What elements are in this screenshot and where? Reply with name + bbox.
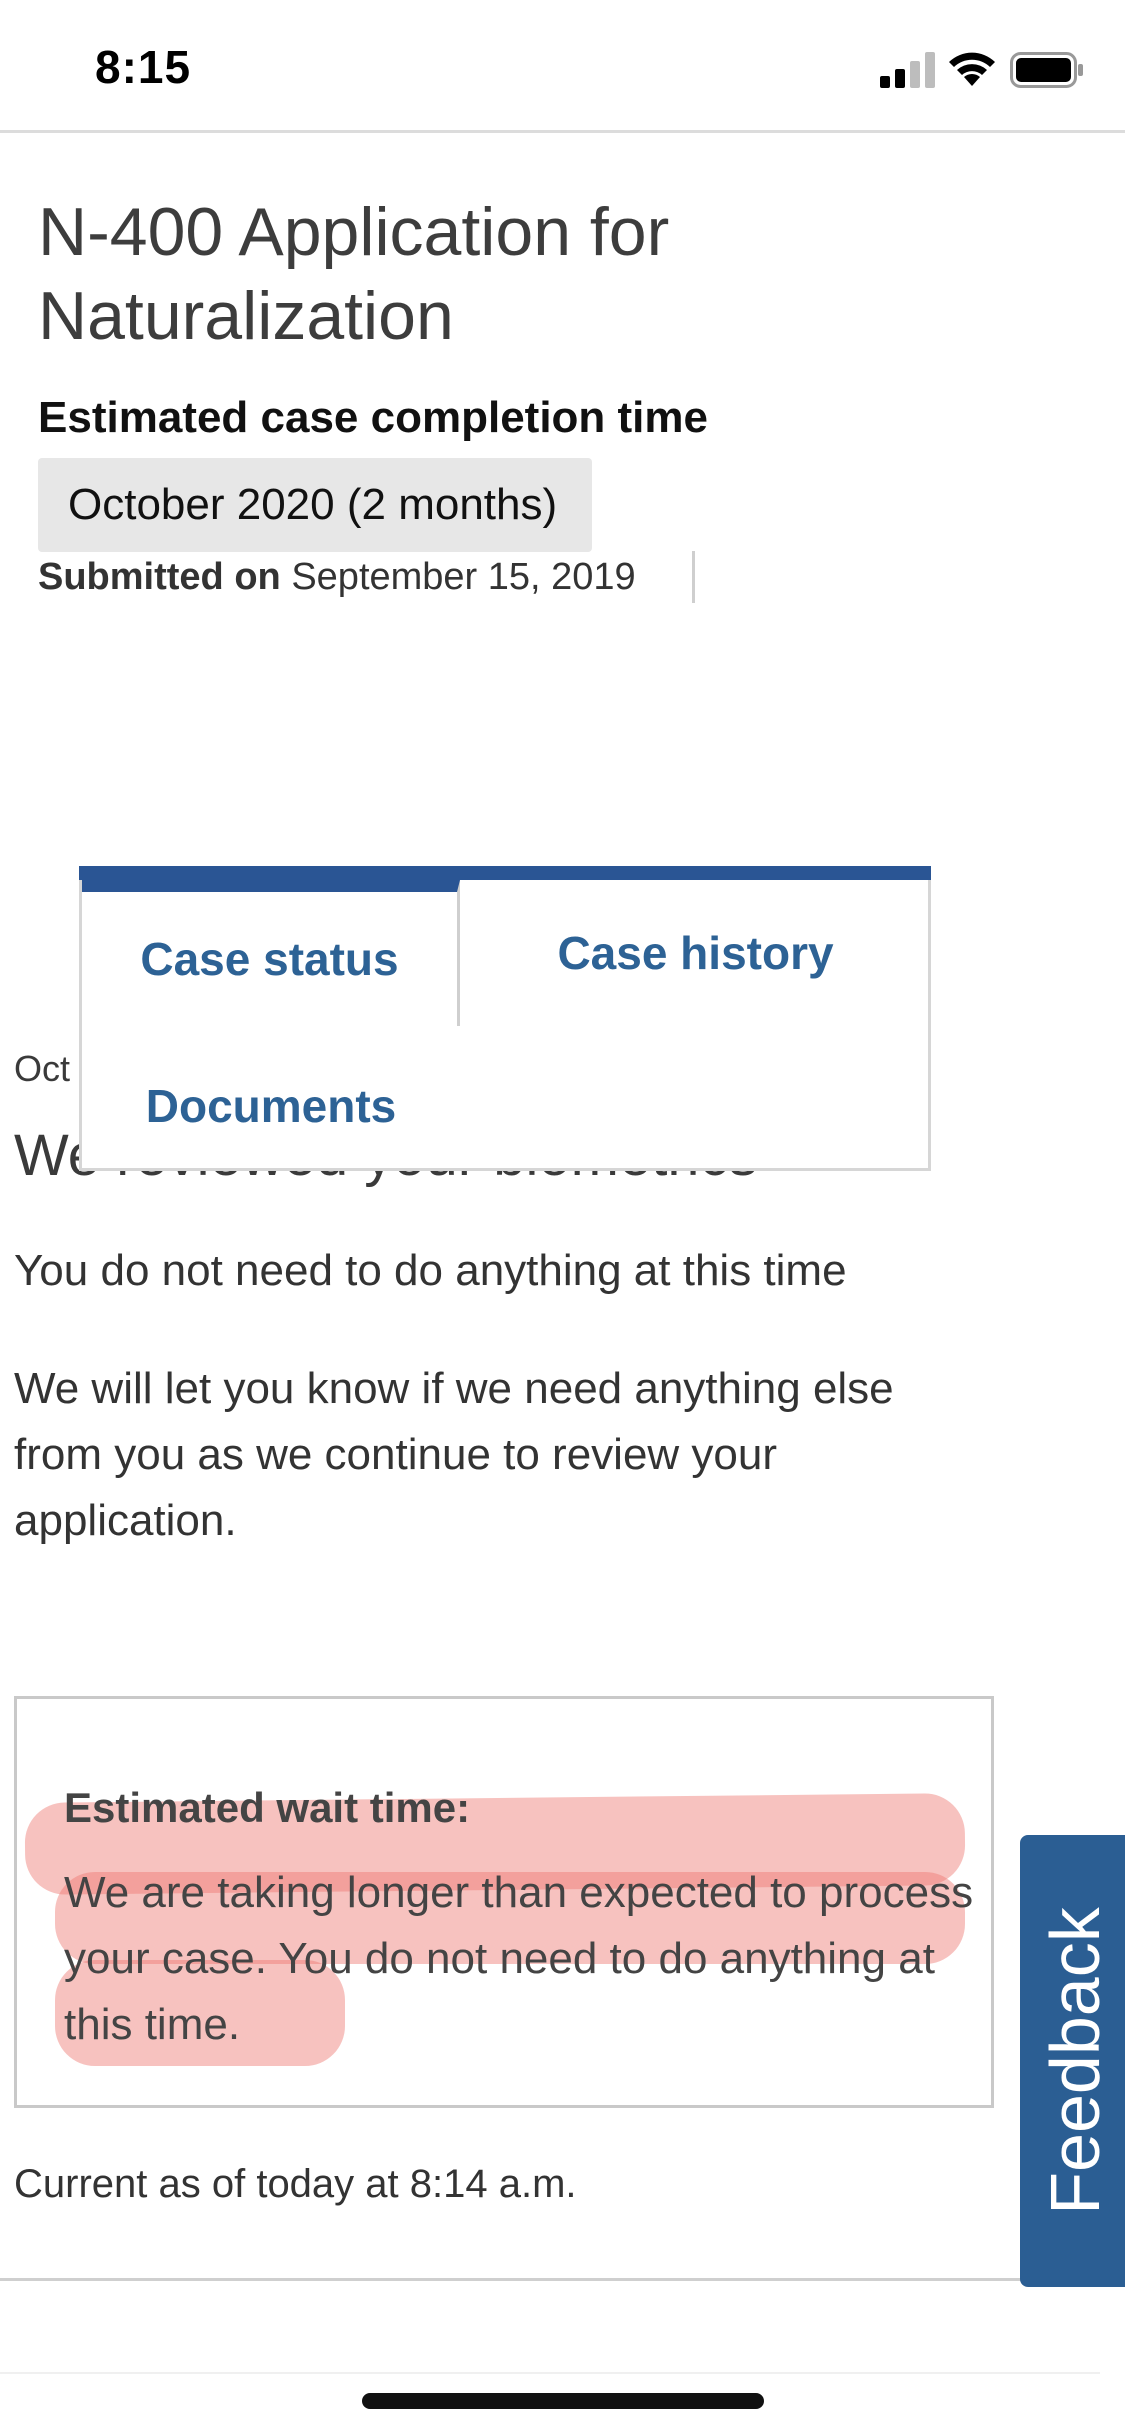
wait-time-heading: Estimated wait time: (64, 1784, 471, 1831)
tab-label: Documents (145, 1080, 397, 1132)
divider (0, 2372, 1100, 2374)
completion-time-value: October 2020 (2 months) (68, 480, 558, 529)
status-message: You do not need to do anything at this t… (14, 1246, 847, 1295)
status-time: 8:15 (95, 41, 192, 93)
tab-label: Case history (557, 927, 834, 979)
wait-time-text: We are taking longer than expected to pr… (64, 1868, 974, 2049)
tabs-accent-bar (79, 866, 931, 880)
status-description: We will let you know if we need anything… (14, 1364, 894, 1545)
divider (0, 2278, 1125, 2281)
last-updated-text: Current as of today at 8:14 a.m. (14, 2162, 577, 2206)
completion-time-heading: Estimated case completion time (38, 393, 708, 442)
wifi-icon (949, 52, 995, 86)
completion-time-badge: October 2020 (2 months) (38, 458, 592, 552)
divider (692, 551, 695, 603)
feedback-label[interactable]: Feedback (1035, 1907, 1115, 2214)
tab-case-history[interactable]: Case history (463, 880, 928, 1026)
submitted-date: September 15, 2019 (291, 556, 636, 598)
submitted-line: Submitted on September 15, 2019 (38, 556, 636, 599)
tab-case-status[interactable]: Case status (82, 880, 460, 1026)
cellular-signal-icon (880, 52, 935, 88)
page-title: N-400 Application for Naturalization (38, 194, 670, 354)
tab-label: Case status (140, 933, 399, 985)
event-date: Oct (14, 1048, 71, 1089)
tab-documents[interactable]: Documents (82, 1046, 460, 1166)
submitted-label: Submitted on (38, 556, 281, 598)
home-indicator[interactable] (362, 2393, 764, 2409)
battery-icon (1010, 52, 1083, 88)
